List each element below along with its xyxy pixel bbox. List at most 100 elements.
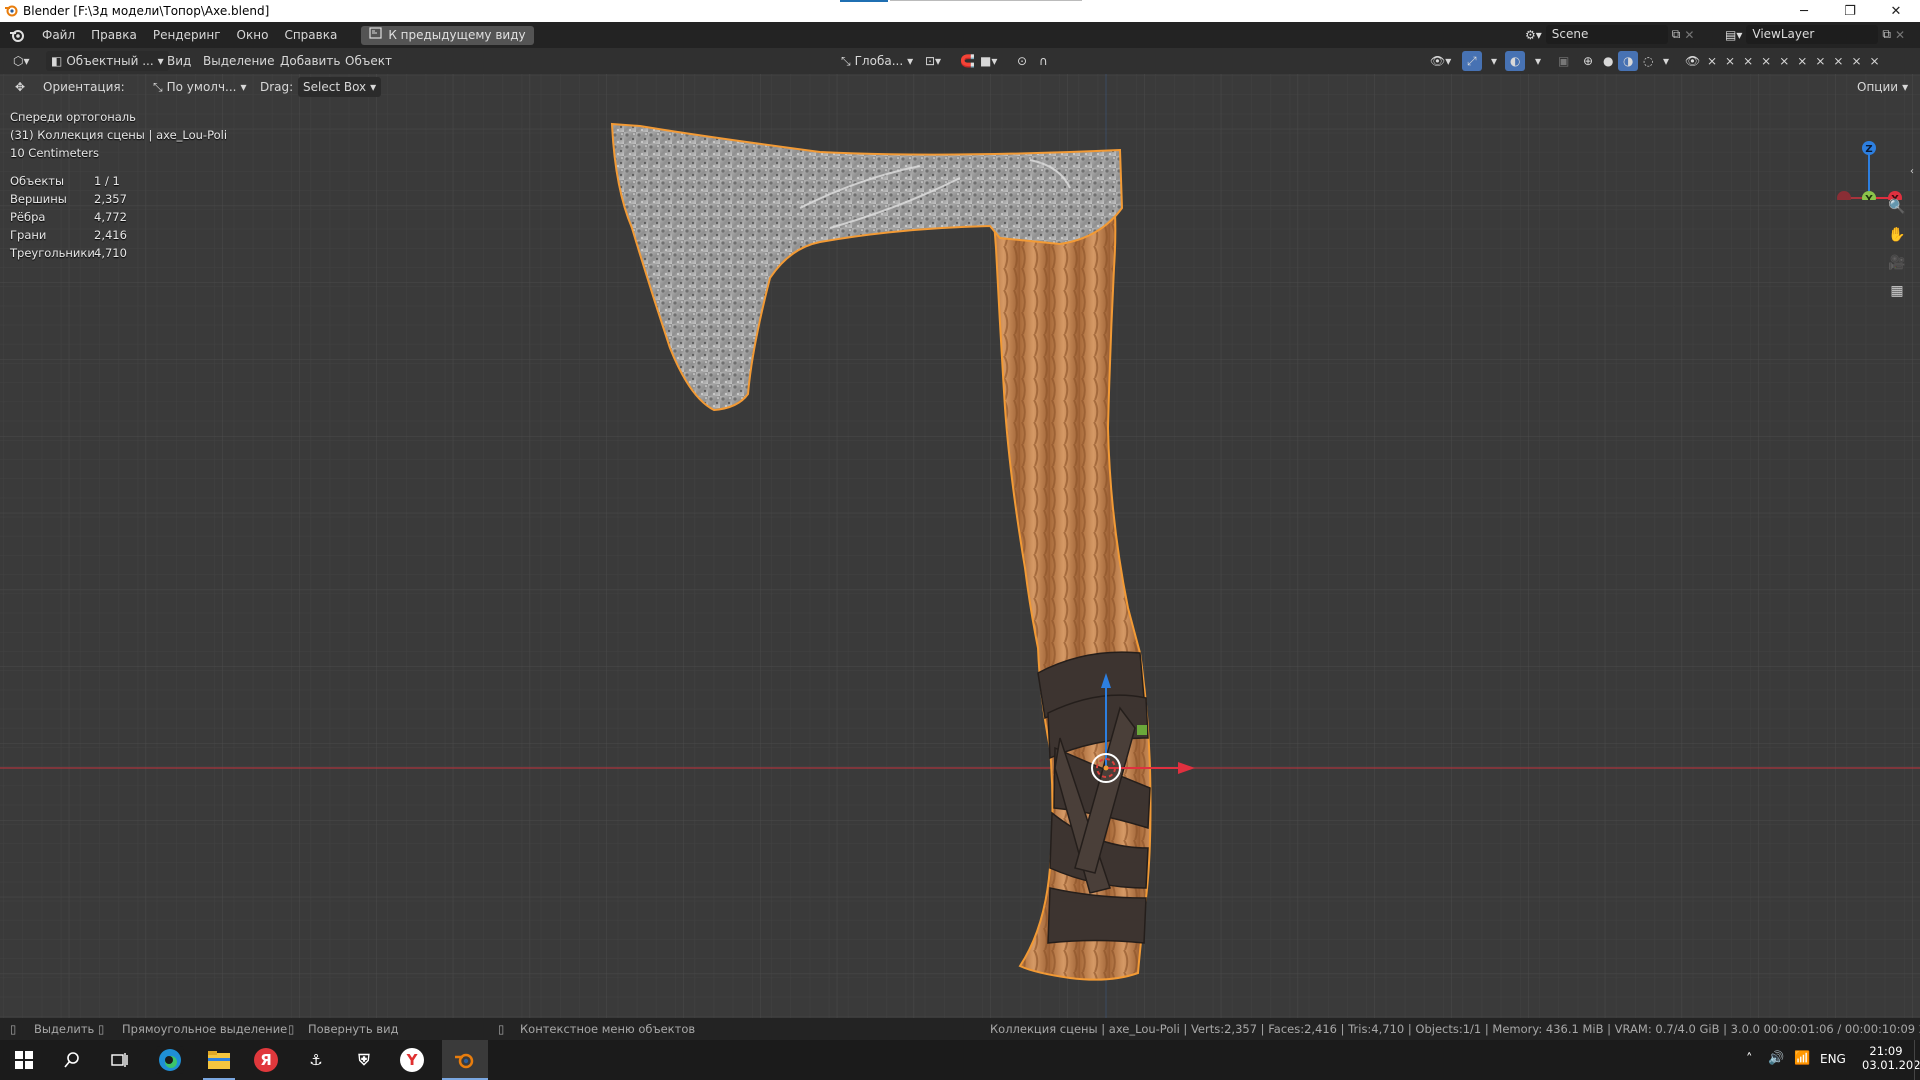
status-bar: ▯ Выделить ▯ Прямоугольное выделение ▯ П… [0, 1018, 1920, 1040]
proportional-edit-icon[interactable]: ⊙ [1012, 51, 1032, 71]
viewlayer-remove-icon[interactable]: ✕ [1895, 28, 1905, 42]
scene-remove-icon[interactable]: ✕ [1684, 28, 1694, 42]
view-name: Спереди ортогональ [10, 110, 136, 124]
visibility-selectability-icon[interactable]: 👁▾ [1425, 51, 1456, 71]
grid-scale: 10 Centimeters [10, 146, 99, 160]
drag-label: Drag: [260, 80, 294, 94]
menu-file[interactable]: Файл [34, 22, 83, 48]
world-of-warships-icon[interactable]: ⚓ [302, 1046, 330, 1074]
shading-material-icon[interactable]: ◑ [1618, 51, 1639, 71]
blender-top-bar: Файл Правка Рендеринг Окно Справка К пре… [0, 22, 1920, 48]
shading-solid-icon[interactable]: ● [1598, 51, 1618, 71]
overlay-options-icon[interactable]: ▾ [1530, 51, 1546, 71]
file-explorer-icon[interactable] [205, 1046, 233, 1074]
world-of-tanks-icon[interactable]: ⛨ [350, 1046, 378, 1074]
screen-back-icon [369, 26, 382, 45]
gizmo-options-icon[interactable]: ▾ [1486, 51, 1502, 71]
menu-render[interactable]: Рендеринг [145, 22, 229, 48]
orientation-dropdown[interactable]: ⤡ По умолч... ▾ [148, 77, 252, 97]
gizmo-y-label: Y [1864, 194, 1873, 200]
blender-menu-logo-icon[interactable] [0, 27, 34, 43]
scene-name-field[interactable]: Scene [1545, 25, 1668, 44]
editor-type-selector[interactable]: ⬡▾ [8, 51, 35, 71]
mouse-context-icon: ▯ [498, 1022, 505, 1036]
windows-start-icon[interactable] [10, 1046, 38, 1074]
gizmo-neg-x-axis[interactable] [1837, 191, 1851, 200]
shading-options-icon[interactable]: ▾ [1658, 51, 1674, 71]
stat-value: 2,416 [94, 228, 127, 242]
taskbar-clock[interactable]: 21:09 03.01.2022 [1862, 1044, 1920, 1072]
transform-orientation-dropdown[interactable]: ⤡ Глоба... ▾ [836, 51, 918, 71]
pan-hand-icon[interactable]: ✋ [1886, 224, 1908, 246]
move-tool-icon[interactable]: ✥ [10, 77, 30, 97]
restrict-toggles-icon[interactable]: ⨯⨯⨯⨯⨯⨯⨯⨯⨯⨯ [1702, 51, 1893, 71]
orientation-icon: ⤡ [841, 54, 851, 68]
windows-taskbar: Я ⚓ ⛨ Y ˄ 🔊 📶 ENG 21:09 03.01.2022 [0, 1040, 1920, 1080]
mouse-left-icon: ▯ [10, 1022, 17, 1036]
leather-grip[interactable] [1037, 651, 1151, 944]
stat-label: Вершины [10, 192, 67, 206]
snap-target-icon[interactable]: ■▾ [975, 51, 1002, 71]
zoom-icon[interactable]: 🔍 [1886, 196, 1908, 218]
back-to-previous-button[interactable]: К предыдущему виду [361, 25, 534, 45]
viewlayer-new-icon[interactable]: ⧉ [1882, 27, 1891, 42]
window-title: Blender [F:\3д модели\Топор\Axe.blend] [23, 4, 270, 18]
viewport-header: ⬡▾ ◧ Объектный ... ▾ Вид Выделение Добави… [0, 48, 1920, 74]
orientation-default-icon: ⤡ [153, 80, 163, 94]
stat-value: 2,357 [94, 192, 127, 206]
viewport-canvas[interactable] [0, 48, 1920, 1018]
gizmo-z-label: Z [1865, 144, 1872, 155]
drag-dropdown[interactable]: Select Box ▾ [298, 77, 382, 97]
maximize-button[interactable]: ❐ [1827, 0, 1873, 22]
scene-new-icon[interactable]: ⧉ [1672, 27, 1681, 42]
window-title-bar: Blender [F:\3д модели\Топор\Axe.blend] ─… [0, 0, 1920, 22]
edge-browser-icon[interactable] [156, 1046, 184, 1074]
menu-add[interactable]: Добавить [275, 51, 345, 71]
shading-rendered-icon[interactable]: ◌ [1638, 51, 1658, 71]
yandex-icon[interactable]: Y [400, 1048, 424, 1072]
wifi-icon[interactable]: 📶 [1794, 1051, 1810, 1066]
show-desktop-button[interactable] [1914, 1040, 1920, 1080]
scene-browse-icon[interactable]: ⚙▾ [1525, 28, 1542, 42]
clock-time: 21:09 [1869, 1044, 1903, 1058]
minimize-button[interactable]: ─ [1781, 0, 1827, 22]
xray-icon[interactable]: ▣ [1553, 51, 1574, 71]
volume-icon[interactable]: 🔊 [1768, 1051, 1784, 1066]
shading-wireframe-icon[interactable]: ⊕ [1578, 51, 1598, 71]
show-overlays-icon[interactable]: ◐ [1505, 51, 1526, 71]
close-button[interactable]: ✕ [1873, 0, 1919, 22]
stat-label: Треугольники [10, 246, 95, 260]
tool-settings-bar: ✥ Ориентация: ⤡ По умолч... ▾ Drag: Selec… [0, 74, 1920, 102]
menu-select[interactable]: Выделение [198, 51, 279, 71]
falloff-icon[interactable]: ∩ [1034, 51, 1053, 71]
camera-view-icon[interactable]: 🎥 [1886, 252, 1908, 274]
menu-edit[interactable]: Правка [83, 22, 145, 48]
task-view-icon[interactable] [106, 1046, 134, 1074]
interaction-mode-dropdown[interactable]: ◧ Объектный ... ▾ [46, 51, 169, 71]
menu-view[interactable]: Вид [162, 51, 196, 71]
stat-label: Объекты [10, 174, 65, 188]
yandex-browser-icon[interactable]: Я [254, 1048, 278, 1072]
options-dropdown[interactable]: Опции ▾ [1852, 77, 1913, 97]
menu-help[interactable]: Справка [276, 22, 345, 48]
input-language[interactable]: ENG [1820, 1052, 1846, 1066]
tray-overflow-icon[interactable]: ˄ [1746, 1052, 1753, 1067]
status-rotate-view: Повернуть вид [308, 1022, 399, 1036]
blender-taskbar-icon[interactable] [442, 1040, 488, 1080]
ortho-grid-icon[interactable]: ▦ [1886, 280, 1908, 302]
search-icon[interactable] [58, 1046, 86, 1074]
menu-window[interactable]: Окно [229, 22, 277, 48]
stat-value: 4,710 [94, 246, 127, 260]
interaction-mode-label: Объектный ... [66, 54, 154, 68]
3d-viewport[interactable]: ⬡▾ ◧ Объектный ... ▾ Вид Выделение Добави… [0, 48, 1920, 1018]
show-gizmo-icon[interactable]: ⤢ [1462, 51, 1482, 71]
pivot-point-icon[interactable]: ⊡▾ [920, 51, 946, 71]
orientation-value: По умолч... [166, 80, 237, 94]
menu-object[interactable]: Объект [340, 51, 397, 71]
status-box-select: Прямоугольное выделение [122, 1022, 288, 1036]
viewlayer-name-field[interactable]: ViewLayer [1746, 25, 1879, 44]
drag-value: Select Box [303, 80, 367, 94]
navigation-gizmo[interactable]: Z X Y [1820, 110, 1910, 200]
viewlayer-browse-icon[interactable]: ▤▾ [1725, 28, 1742, 42]
sidebar-toggle-icon[interactable]: ‹ [1906, 160, 1918, 182]
